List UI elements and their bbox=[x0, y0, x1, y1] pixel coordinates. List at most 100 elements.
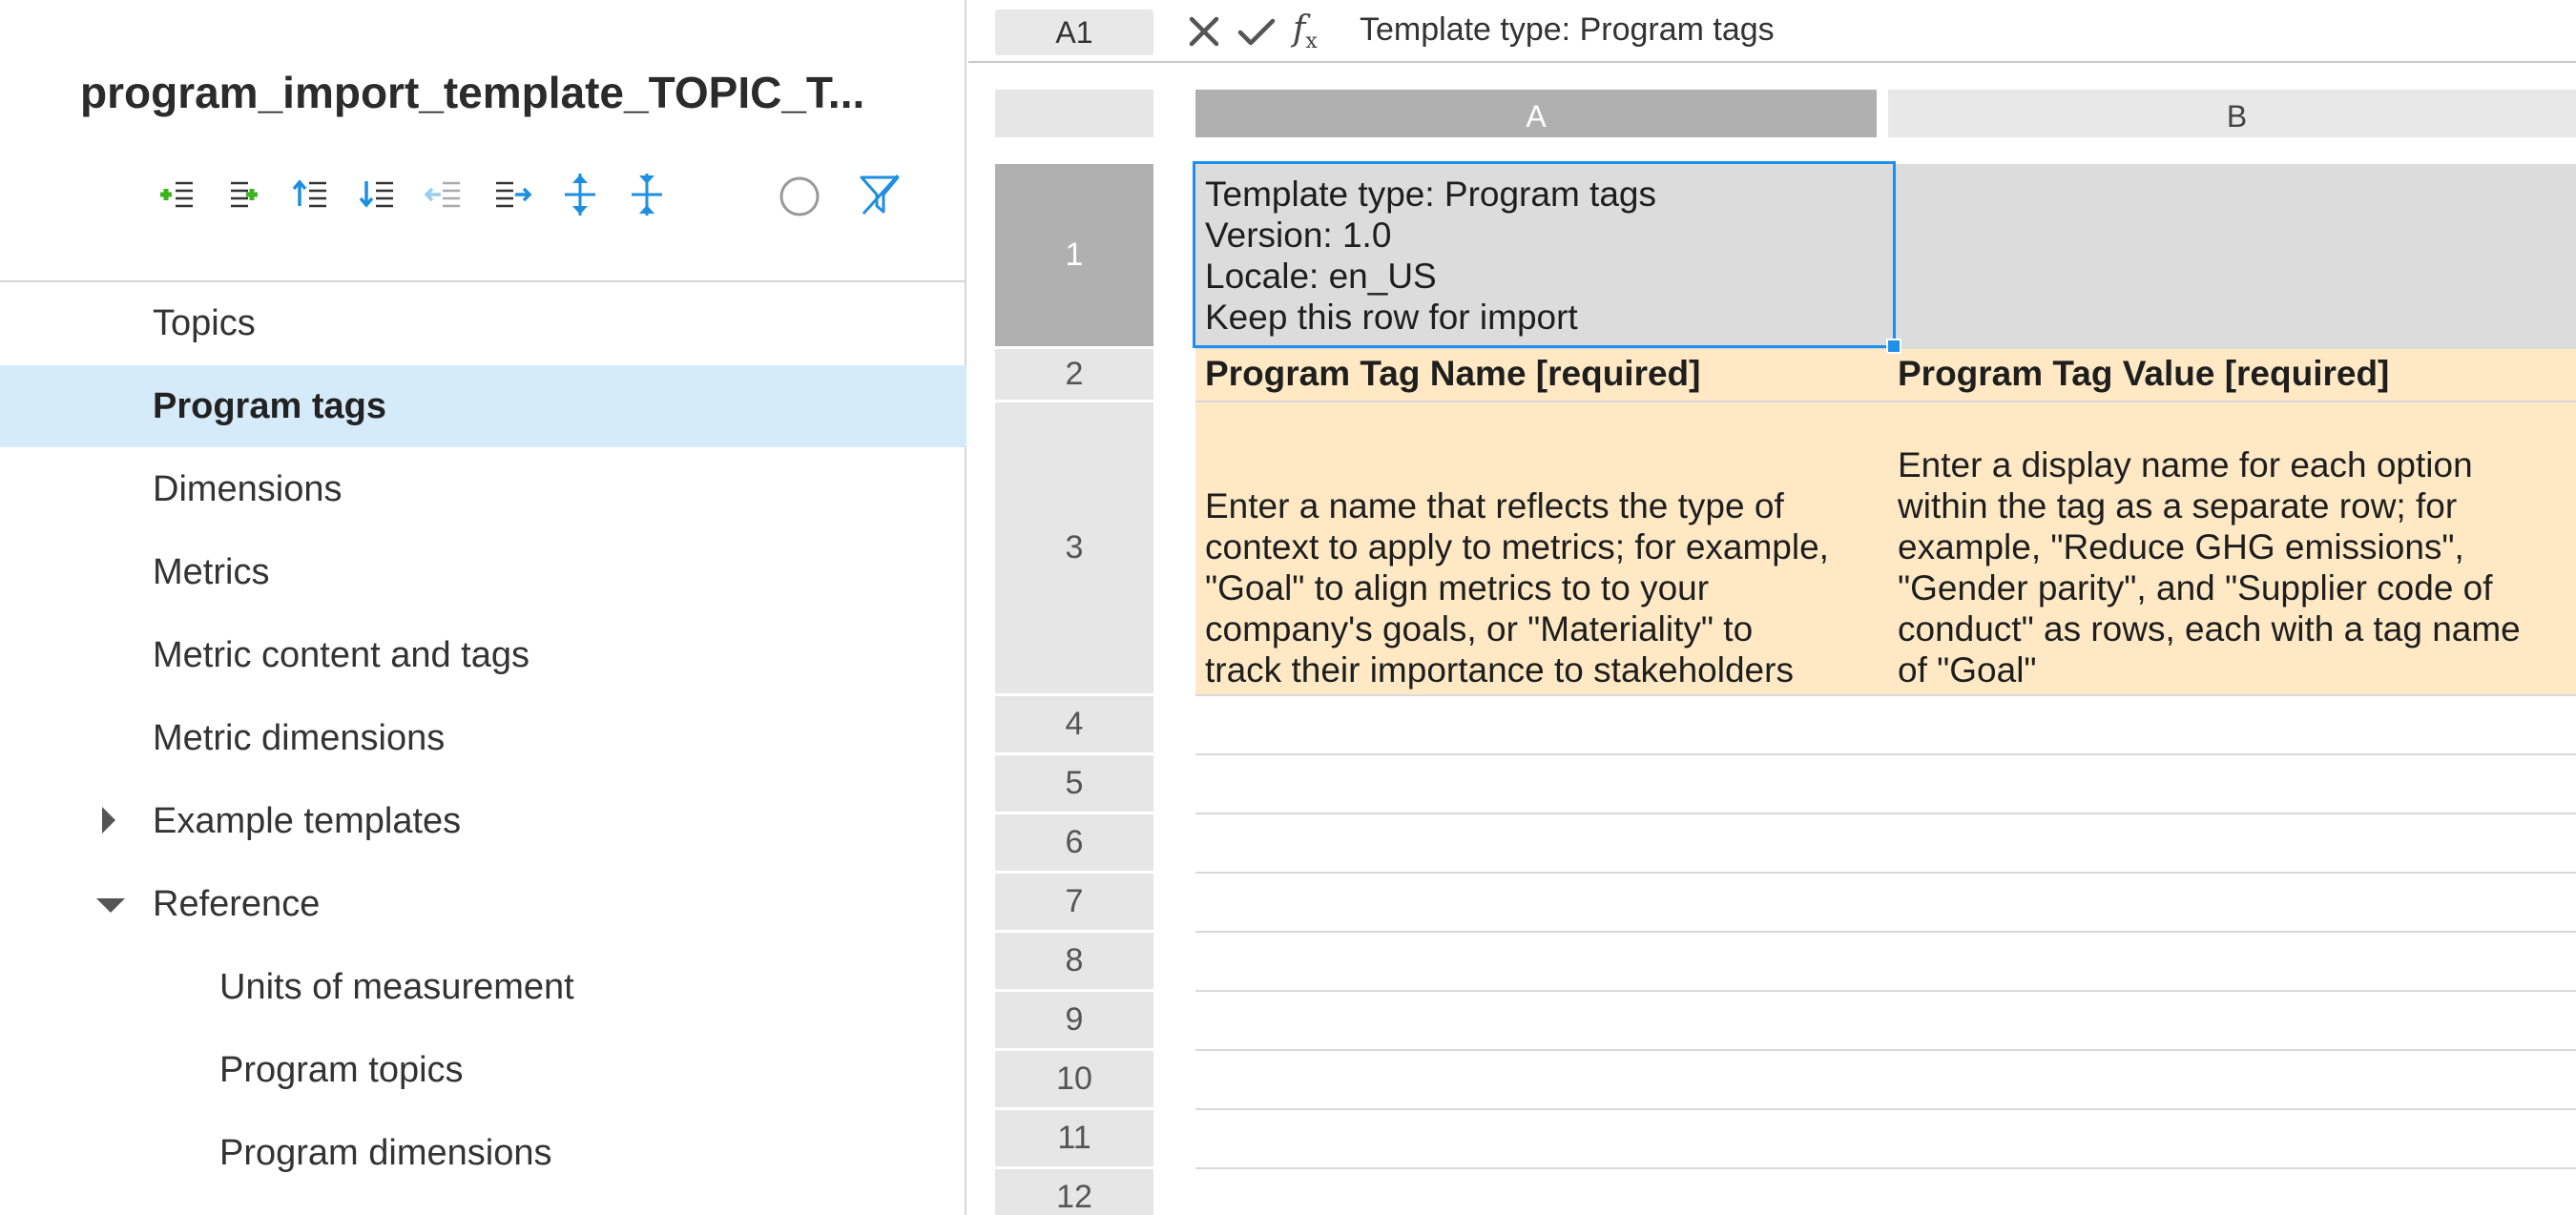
sheet-item-units-of-measurement[interactable]: Units of measurement bbox=[0, 946, 966, 1028]
sheet-item-label: Program tags bbox=[153, 386, 386, 426]
cell-a8[interactable] bbox=[1195, 933, 1891, 992]
sheet-toolbar bbox=[153, 168, 916, 221]
cell-a10[interactable] bbox=[1195, 1051, 1891, 1110]
column-header-a[interactable]: A bbox=[1195, 90, 1877, 137]
cell-text-line: conduct" as rows, each with a tag name bbox=[1898, 609, 2521, 649]
fill-handle[interactable] bbox=[1886, 339, 1901, 354]
cell-text-line: example, "Reduce GHG emissions", bbox=[1898, 527, 2464, 566]
sheet-item-label: Metric dimensions bbox=[153, 718, 446, 758]
sheet-item-topics[interactable]: Topics bbox=[0, 282, 966, 364]
sheet-item-label: Topics bbox=[153, 303, 256, 343]
move-up-icon[interactable] bbox=[286, 168, 340, 221]
sheet-item-label: Program topics bbox=[219, 1050, 464, 1090]
move-down-icon[interactable] bbox=[353, 168, 406, 221]
cell-b1[interactable] bbox=[1888, 164, 2576, 349]
sheet-item-label: Example templates bbox=[153, 801, 462, 841]
cell-b7[interactable] bbox=[1888, 874, 2576, 933]
row-header-7[interactable]: 7 bbox=[995, 874, 1153, 930]
sheet-item-label: Units of measurement bbox=[219, 967, 574, 1007]
cell-text-line: Locale: en_US bbox=[1205, 257, 1437, 296]
row-header-1[interactable]: 1 bbox=[995, 164, 1153, 346]
sheet-item-metric-content-and-tags[interactable]: Metric content and tags bbox=[0, 614, 966, 696]
clear-filter-icon[interactable] bbox=[854, 168, 907, 221]
cell-b5[interactable] bbox=[1888, 755, 2576, 814]
workbook-title: program_import_template_TOPIC_T... bbox=[80, 68, 865, 117]
formula-input[interactable]: Template type: Program tags bbox=[1360, 11, 1775, 49]
row-header-3[interactable]: 3 bbox=[995, 402, 1153, 693]
circle-icon[interactable] bbox=[773, 168, 826, 221]
sheet-item-program-dimensions[interactable]: Program dimensions bbox=[0, 1112, 966, 1194]
row-header-6[interactable]: 6 bbox=[995, 814, 1153, 871]
select-all-corner[interactable] bbox=[995, 90, 1153, 137]
cell-text-line: Program Tag Value [required] bbox=[1898, 354, 2390, 393]
cell-text-line: company's goals, or "Materiality" to bbox=[1205, 609, 1754, 649]
cell-text-line: Keep this row for import bbox=[1205, 298, 1578, 337]
sheet-item-program-tags[interactable]: Program tags bbox=[0, 365, 966, 447]
sheet-item-dimensions[interactable]: Dimensions bbox=[0, 448, 966, 530]
cell-text-line: of "Goal" bbox=[1898, 650, 2037, 690]
collapse-all-icon[interactable] bbox=[620, 168, 674, 221]
caret-down-icon[interactable] bbox=[96, 898, 125, 913]
cell-text-line: "Goal" to align metrics to to your bbox=[1205, 568, 1710, 608]
cell-b10[interactable] bbox=[1888, 1051, 2576, 1110]
row-header-2[interactable]: 2 bbox=[995, 349, 1153, 400]
row-header-9[interactable]: 9 bbox=[995, 992, 1153, 1048]
sheet-item-label: Metrics bbox=[153, 552, 270, 592]
cell-a12[interactable] bbox=[1195, 1169, 1891, 1215]
close-icon[interactable] bbox=[1183, 10, 1225, 53]
add-row-below-icon[interactable] bbox=[219, 168, 273, 221]
cell-b11[interactable] bbox=[1888, 1110, 2576, 1169]
sheet-item-example-templates[interactable]: Example templates bbox=[0, 780, 966, 862]
formula-bar: A1 fx Template type: Program tags bbox=[968, 0, 2576, 63]
cell-text-line: within the tag as a separate row; for bbox=[1898, 486, 2458, 525]
cell-b8[interactable] bbox=[1888, 933, 2576, 992]
cell-text-line: context to apply to metrics; for example… bbox=[1205, 527, 1829, 566]
row-header-5[interactable]: 5 bbox=[995, 755, 1153, 812]
cell-b3[interactable]: Enter a display name for each option with… bbox=[1888, 402, 2576, 696]
add-row-above-icon[interactable] bbox=[153, 168, 206, 221]
cell-b4[interactable] bbox=[1888, 696, 2576, 755]
outdent-icon[interactable] bbox=[420, 168, 473, 221]
cell-reference-box[interactable]: A1 bbox=[995, 10, 1153, 55]
cell-a1[interactable]: Template type: Program tags Version: 1.0 L… bbox=[1195, 164, 1891, 349]
row-header-8[interactable]: 8 bbox=[995, 933, 1153, 989]
row-header-12[interactable]: 12 bbox=[995, 1169, 1153, 1215]
sheet-item-label: Program dimensions bbox=[219, 1133, 552, 1173]
caret-right-icon[interactable] bbox=[102, 807, 115, 834]
cell-a6[interactable] bbox=[1195, 814, 1891, 874]
sheet-item-metric-dimensions[interactable]: Metric dimensions bbox=[0, 697, 966, 779]
sheet-item-metrics[interactable]: Metrics bbox=[0, 531, 966, 613]
cell-a11[interactable] bbox=[1195, 1110, 1891, 1169]
sheet-item-reference[interactable]: Reference bbox=[0, 863, 966, 945]
sheet-item-label: Dimensions bbox=[153, 469, 343, 509]
cell-b6[interactable] bbox=[1888, 814, 2576, 874]
cell-a4[interactable] bbox=[1195, 696, 1891, 755]
row-header-11[interactable]: 11 bbox=[995, 1110, 1153, 1166]
indent-icon[interactable] bbox=[487, 168, 540, 221]
cell-a2[interactable]: Program Tag Name [required] bbox=[1195, 349, 1891, 402]
cell-text-line: Version: 1.0 bbox=[1205, 216, 1392, 255]
cell-a3[interactable]: Enter a name that reflects the type of co… bbox=[1195, 402, 1891, 696]
cell-a9[interactable] bbox=[1195, 992, 1891, 1051]
sheet-item-label: Metric content and tags bbox=[153, 635, 530, 675]
row-header-4[interactable]: 4 bbox=[995, 696, 1153, 752]
cell-text-line: Template type: Program tags bbox=[1205, 175, 1656, 214]
spreadsheet-grid: A B 1 Template type: Program tags Version: 1… bbox=[968, 65, 2576, 1215]
cell-b9[interactable] bbox=[1888, 992, 2576, 1051]
checkmark-icon[interactable] bbox=[1236, 10, 1278, 53]
cell-text-line: "Gender parity", and "Supplier code of bbox=[1898, 568, 2493, 608]
cell-b12[interactable] bbox=[1888, 1169, 2576, 1215]
cell-b2[interactable]: Program Tag Value [required] bbox=[1888, 349, 2576, 402]
cell-a5[interactable] bbox=[1195, 755, 1891, 814]
cell-text-line: Enter a name that reflects the type of bbox=[1205, 486, 1784, 525]
column-header-b[interactable]: B bbox=[1888, 90, 2576, 137]
sheet-item-program-topics[interactable]: Program topics bbox=[0, 1029, 966, 1111]
sheet-item-label: Reference bbox=[153, 884, 321, 924]
cell-a7[interactable] bbox=[1195, 874, 1891, 933]
expand-all-icon[interactable] bbox=[553, 168, 607, 221]
row-header-10[interactable]: 10 bbox=[995, 1051, 1153, 1107]
cell-text-line: track their importance to stakeholders bbox=[1205, 650, 1794, 690]
sheet-navigator-panel: program_import_template_TOPIC_T... Topic… bbox=[0, 0, 966, 1215]
fx-icon[interactable]: fx bbox=[1293, 8, 1340, 53]
cell-text-line: Enter a display name for each option bbox=[1898, 445, 2473, 484]
